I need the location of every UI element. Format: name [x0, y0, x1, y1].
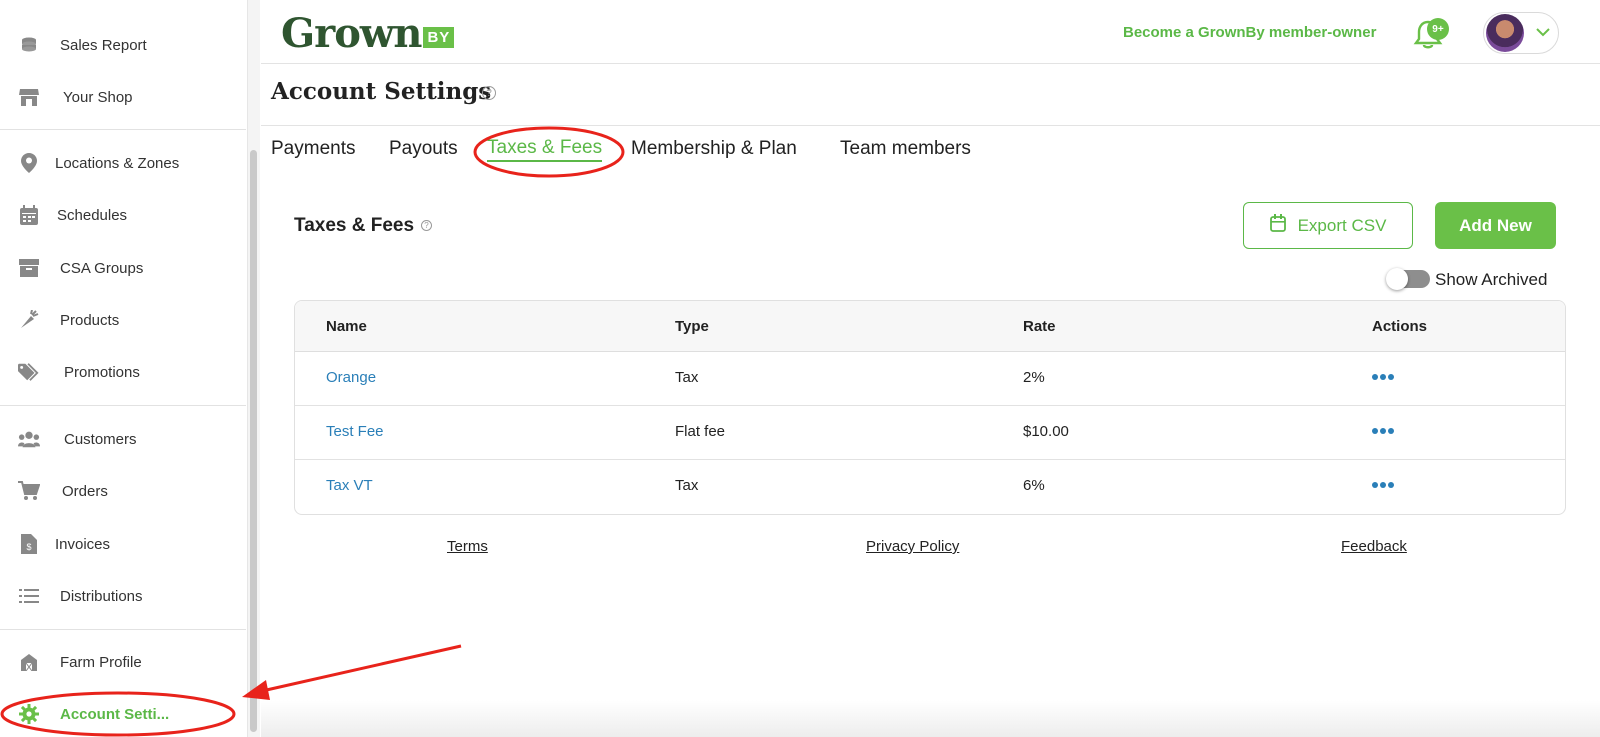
feedback-link[interactable]: Feedback	[1341, 538, 1407, 555]
tab-payments[interactable]: Payments	[271, 138, 355, 160]
sidebar-item-label: Farm Profile	[60, 653, 142, 671]
sidebar-item-schedules[interactable]: Schedules	[0, 193, 246, 237]
row-type: Tax	[675, 369, 699, 386]
toggle-knob	[1386, 268, 1408, 290]
farm-icon	[18, 651, 40, 673]
logo-wordmark: Grown	[281, 10, 422, 57]
coins-icon	[18, 34, 40, 56]
sidebar-item-account-settings[interactable]: Account Setti...	[0, 692, 246, 736]
sidebar-item-farm-profile[interactable]: Farm Profile	[0, 640, 246, 684]
tab-membership-plan[interactable]: Membership & Plan	[631, 138, 797, 160]
sidebar-item-label: Locations & Zones	[55, 154, 180, 172]
more-actions-icon[interactable]	[1372, 374, 1394, 380]
tags-icon	[18, 361, 40, 383]
row-rate: $10.00	[1023, 423, 1069, 440]
avatar	[1486, 14, 1524, 52]
column-header-actions: Actions	[1372, 318, 1428, 335]
row-name-link[interactable]: Orange	[326, 369, 376, 386]
map-pin-icon	[18, 152, 40, 174]
sidebar: Sales Report Your Shop Locations & Zones…	[0, 0, 248, 737]
sidebar-item-csa-groups[interactable]: CSA Groups	[0, 246, 246, 290]
cart-icon	[18, 480, 40, 502]
bottom-shadow	[261, 700, 1600, 737]
more-actions-icon[interactable]	[1372, 428, 1394, 434]
list-icon	[18, 585, 40, 607]
notification-badge: 9+	[1427, 18, 1449, 40]
sidebar-item-locations[interactable]: Locations & Zones	[0, 141, 246, 185]
app-window: Sales Report Your Shop Locations & Zones…	[0, 0, 1600, 737]
sidebar-item-label: Products	[60, 311, 120, 329]
taxes-fees-table: Name Type Rate Actions Orange Tax 2% Tes…	[294, 300, 1566, 515]
sidebar-item-sales-report[interactable]: Sales Report	[0, 23, 246, 67]
sidebar-item-label: Customers	[64, 430, 137, 448]
user-menu[interactable]	[1483, 12, 1559, 54]
calendar-icon	[18, 204, 40, 226]
sidebar-divider	[0, 629, 246, 630]
table-header: Name Type Rate Actions	[295, 301, 1565, 352]
sidebar-item-promotions[interactable]: Promotions	[0, 350, 246, 394]
terms-link[interactable]: Terms	[447, 538, 488, 555]
tab-payouts[interactable]: Payouts	[389, 138, 458, 160]
column-header-rate: Rate	[1023, 318, 1056, 335]
sidebar-item-label: Your Shop	[63, 88, 133, 106]
sidebar-item-label: Invoices	[55, 535, 111, 553]
row-name-link[interactable]: Test Fee	[326, 423, 384, 440]
sidebar-item-orders[interactable]: Orders	[0, 469, 246, 513]
users-icon	[18, 428, 40, 450]
show-archived-label: Show Archived	[1435, 270, 1548, 289]
page-title: Account Settings	[271, 78, 492, 105]
row-name-link[interactable]: Tax VT	[326, 477, 373, 494]
add-new-button[interactable]: Add New	[1435, 202, 1556, 249]
sidebar-item-label: Sales Report	[60, 36, 147, 54]
sidebar-item-label: Account Setti...	[60, 705, 170, 723]
calendar-icon	[1269, 214, 1286, 237]
sidebar-item-label: Promotions	[64, 363, 140, 381]
section-title: Taxes & Fees	[294, 215, 415, 236]
sidebar-divider	[0, 405, 246, 406]
box-icon	[18, 257, 40, 279]
chevron-down-icon	[1536, 24, 1550, 42]
carrot-icon	[18, 309, 40, 331]
export-csv-label: Export CSV	[1297, 215, 1387, 235]
annotation-arrow-line	[261, 644, 462, 693]
privacy-policy-link[interactable]: Privacy Policy	[866, 538, 959, 555]
column-header-name: Name	[326, 318, 367, 335]
table-row: Test Fee Flat fee $10.00	[295, 406, 1565, 460]
sidebar-item-label: Distributions	[60, 587, 143, 605]
shop-icon	[18, 86, 40, 108]
table-row: Orange Tax 2%	[295, 352, 1565, 406]
tab-team-members[interactable]: Team members	[840, 138, 971, 160]
help-icon[interactable]: ?	[482, 86, 496, 100]
invoice-icon: $	[18, 533, 40, 555]
gear-icon	[18, 703, 40, 725]
sidebar-item-customers[interactable]: Customers	[0, 417, 246, 461]
sidebar-item-distributions[interactable]: Distributions	[0, 574, 246, 618]
sidebar-item-products[interactable]: Products	[0, 298, 246, 342]
sidebar-divider	[0, 129, 246, 130]
row-type: Tax	[675, 477, 699, 494]
table-row: Tax VT Tax 6%	[295, 460, 1565, 514]
top-header: Grown BY Become a GrownBy member-owner 9…	[261, 0, 1600, 64]
logo-badge: BY	[423, 27, 455, 48]
more-actions-icon[interactable]	[1372, 482, 1394, 488]
sidebar-item-label: CSA Groups	[60, 259, 144, 277]
show-archived-toggle[interactable]	[1386, 268, 1430, 290]
tab-taxes-fees[interactable]: Taxes & Fees	[487, 137, 603, 162]
row-type: Flat fee	[675, 423, 726, 440]
export-csv-button[interactable]: Export CSV	[1243, 202, 1413, 249]
sidebar-scrollbar[interactable]	[250, 150, 257, 732]
grownby-logo[interactable]: Grown BY	[281, 8, 455, 57]
svg-text:$: $	[26, 542, 31, 552]
title-divider	[261, 125, 1600, 126]
sidebar-item-your-shop[interactable]: Your Shop	[0, 75, 246, 119]
column-header-type: Type	[675, 318, 709, 335]
help-icon[interactable]: ?	[421, 220, 432, 231]
sidebar-item-invoices[interactable]: $ Invoices	[0, 522, 246, 566]
sidebar-item-label: Orders	[62, 482, 108, 500]
row-rate: 6%	[1023, 477, 1045, 494]
member-owner-link[interactable]: Become a GrownBy member-owner	[1123, 24, 1376, 41]
sidebar-item-label: Schedules	[57, 206, 128, 224]
row-rate: 2%	[1023, 369, 1045, 386]
